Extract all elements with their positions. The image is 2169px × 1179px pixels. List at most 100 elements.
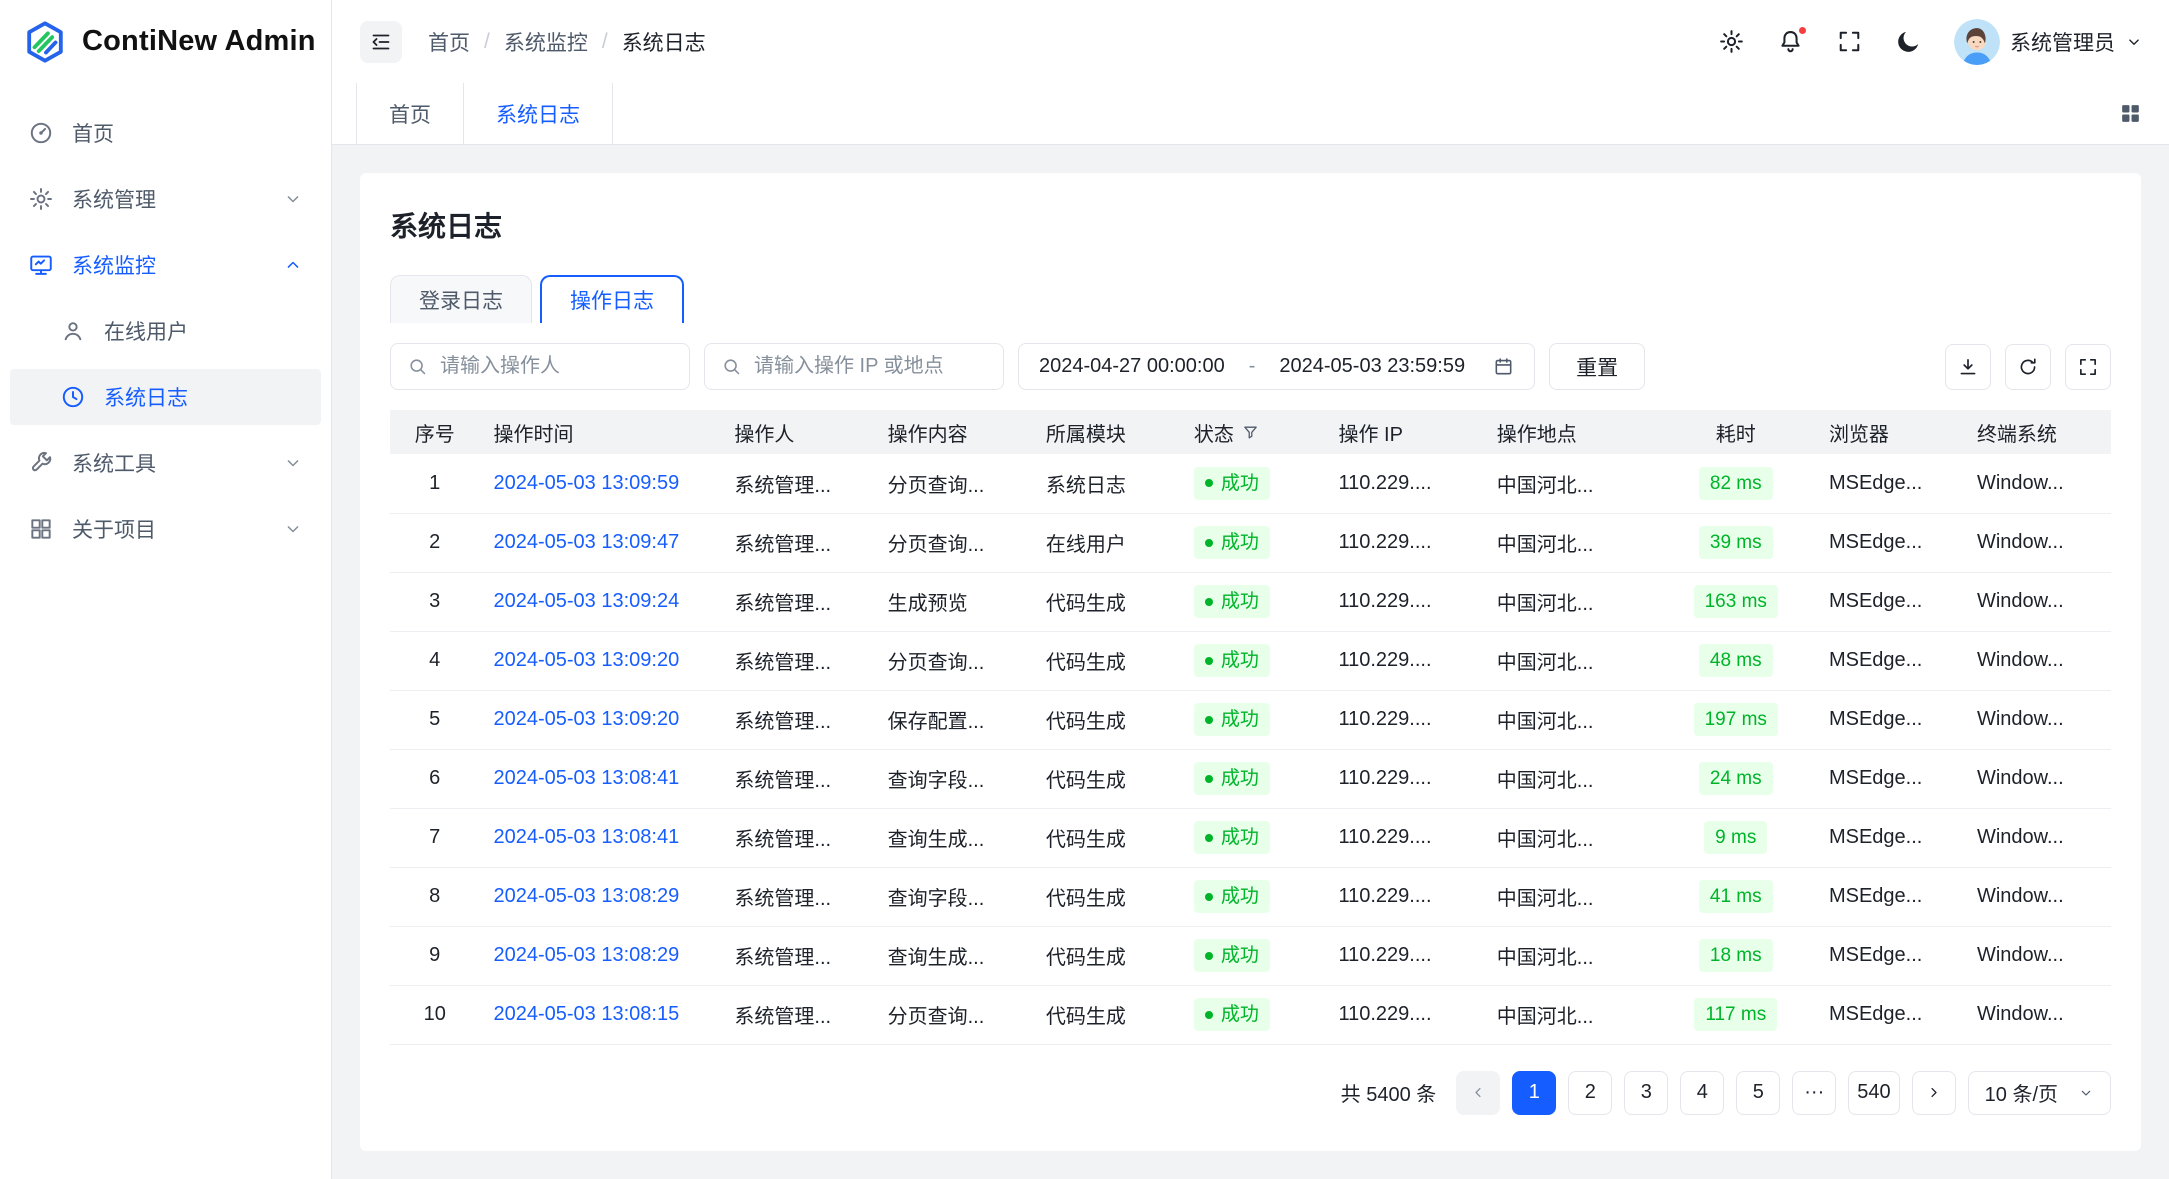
- operator-search-input[interactable]: [438, 354, 673, 379]
- status-dot: [1205, 952, 1213, 960]
- date-range-picker[interactable]: 2024-04-27 00:00:00 - 2024-05-03 23:59:5…: [1018, 343, 1535, 390]
- breadcrumb-item[interactable]: 首页: [428, 27, 470, 57]
- cell-location: 中国河北...: [1483, 926, 1657, 985]
- dark-mode-toggle[interactable]: [1895, 28, 1922, 55]
- cell-time: 2024-05-03 13:09:47: [479, 513, 720, 572]
- next-page-button[interactable]: [1912, 1071, 1956, 1115]
- cell-operator: 系统管理...: [720, 985, 873, 1044]
- reset-button[interactable]: 重置: [1549, 343, 1645, 390]
- chevron-down-icon: [283, 519, 303, 539]
- cell-location: 中国河北...: [1483, 513, 1657, 572]
- duration-badge: 24 ms: [1699, 762, 1773, 795]
- duration-badge: 197 ms: [1694, 703, 1778, 736]
- page-size-select[interactable]: 10 条/页: [1968, 1071, 2111, 1115]
- log-time-link[interactable]: 2024-05-03 13:08:41: [493, 826, 679, 848]
- nav-tab-system-logs[interactable]: 系统日志: [463, 83, 613, 144]
- cell-browser: MSEdge...: [1815, 631, 1963, 690]
- app-title: ContiNew Admin: [82, 25, 316, 58]
- log-time-link[interactable]: 2024-05-03 13:09:24: [493, 590, 679, 612]
- table-fullscreen-button[interactable]: [2065, 344, 2111, 390]
- cell-ip: 110.229....: [1324, 749, 1482, 808]
- cell-duration: 24 ms: [1657, 749, 1815, 808]
- cell-os: Window...: [1963, 985, 2111, 1044]
- sidebar-item-home[interactable]: 首页: [10, 105, 321, 161]
- fullscreen-icon: [2077, 356, 2099, 378]
- prev-page-button[interactable]: [1456, 1071, 1500, 1115]
- page-button-3[interactable]: 3: [1624, 1071, 1668, 1115]
- menu-fold-icon: [369, 30, 393, 54]
- log-time-link[interactable]: 2024-05-03 13:08:15: [493, 1003, 679, 1025]
- sidebar-collapse-button[interactable]: [360, 21, 402, 63]
- sidebar-item-system-management[interactable]: 系统管理: [10, 171, 321, 227]
- cell-module: 代码生成: [1032, 572, 1180, 631]
- app-logo[interactable]: ContiNew Admin: [0, 0, 331, 83]
- duration-badge: 9 ms: [1704, 821, 1767, 854]
- app-window: ContiNew Admin 首页系统管理系统监控在线用户系统日志系统工具关于项…: [0, 0, 2169, 1179]
- log-time-link[interactable]: 2024-05-03 13:09:47: [493, 531, 679, 553]
- page-button-1[interactable]: 1: [1512, 1071, 1556, 1115]
- log-time-link[interactable]: 2024-05-03 13:09:20: [493, 708, 679, 730]
- sidebar-item-label: 系统管理: [72, 184, 265, 214]
- table-row: 32024-05-03 13:09:24系统管理...生成预览代码生成成功110…: [390, 572, 2111, 631]
- cell-os: Window...: [1963, 867, 2111, 926]
- user-menu[interactable]: 系统管理员: [1954, 19, 2143, 65]
- table-row: 42024-05-03 13:09:20系统管理...分页查询...代码生成成功…: [390, 631, 2111, 690]
- refresh-icon: [2017, 356, 2039, 378]
- filter-icon[interactable]: [1242, 424, 1259, 441]
- log-tab-login-logs[interactable]: 登录日志: [390, 275, 532, 323]
- log-time-link[interactable]: 2024-05-03 13:09:20: [493, 649, 679, 671]
- sidebar-item-system-logs[interactable]: 系统日志: [10, 369, 321, 425]
- column-label: 操作人: [734, 418, 794, 447]
- notifications-button[interactable]: [1777, 28, 1804, 55]
- cell-browser: MSEdge...: [1815, 690, 1963, 749]
- refresh-button[interactable]: [2005, 344, 2051, 390]
- sidebar-item-system-monitor[interactable]: 系统监控: [10, 237, 321, 293]
- date-separator: -: [1249, 355, 1256, 378]
- sidebar-item-online-users[interactable]: 在线用户: [10, 303, 321, 359]
- download-icon: [1957, 356, 1979, 378]
- logo-icon: [22, 19, 68, 65]
- grid-icon: [2118, 101, 2143, 126]
- page-button-2[interactable]: 2: [1568, 1071, 1612, 1115]
- sidebar-item-label: 系统监控: [72, 250, 265, 280]
- page-button-5[interactable]: 5: [1736, 1071, 1780, 1115]
- page-button-4[interactable]: 4: [1680, 1071, 1724, 1115]
- chevron-down-icon: [2125, 33, 2143, 51]
- cell-content: 查询字段...: [874, 749, 1032, 808]
- column-header-no: 序号: [390, 410, 479, 454]
- nav-tab-home[interactable]: 首页: [356, 83, 464, 144]
- fullscreen-button[interactable]: [1836, 28, 1863, 55]
- settings-button[interactable]: [1718, 28, 1745, 55]
- cell-no: 1: [390, 454, 479, 513]
- filter-toolbar: 2024-04-27 00:00:00 - 2024-05-03 23:59:5…: [390, 343, 2111, 390]
- log-time-link[interactable]: 2024-05-03 13:08:29: [493, 944, 679, 966]
- tab-actions-grid-button[interactable]: [2118, 101, 2143, 126]
- page-button-540[interactable]: 540: [1848, 1071, 1899, 1115]
- cell-location: 中国河北...: [1483, 572, 1657, 631]
- cell-operator: 系统管理...: [720, 808, 873, 867]
- export-button[interactable]: [1945, 344, 1991, 390]
- sidebar-item-about-project[interactable]: 关于项目: [10, 501, 321, 557]
- sidebar-item-label: 关于项目: [72, 514, 265, 544]
- breadcrumb-item[interactable]: 系统日志: [622, 27, 706, 57]
- cell-status: 成功: [1180, 572, 1325, 631]
- column-label: 耗时: [1716, 418, 1756, 447]
- log-time-link[interactable]: 2024-05-03 13:09:59: [493, 472, 679, 494]
- date-end-value: 2024-05-03 23:59:59: [1279, 355, 1465, 378]
- table-row: 82024-05-03 13:08:29系统管理...查询字段...代码生成成功…: [390, 867, 2111, 926]
- sidebar-item-system-tools[interactable]: 系统工具: [10, 435, 321, 491]
- breadcrumb-item[interactable]: 系统监控: [504, 27, 588, 57]
- status-badge: 成功: [1194, 526, 1270, 559]
- cell-no: 5: [390, 690, 479, 749]
- sidebar-menu: 首页系统管理系统监控在线用户系统日志系统工具关于项目: [0, 83, 331, 557]
- page-ellipsis[interactable]: ···: [1792, 1071, 1836, 1115]
- ip-search-input[interactable]: [752, 354, 987, 379]
- cell-status: 成功: [1180, 808, 1325, 867]
- table-row: 62024-05-03 13:08:41系统管理...查询字段...代码生成成功…: [390, 749, 2111, 808]
- log-tab-operation-logs[interactable]: 操作日志: [540, 275, 684, 323]
- log-time-link[interactable]: 2024-05-03 13:08:41: [493, 767, 679, 789]
- cell-no: 8: [390, 867, 479, 926]
- log-time-link[interactable]: 2024-05-03 13:08:29: [493, 885, 679, 907]
- status-dot: [1205, 893, 1213, 901]
- column-label: 终端系统: [1977, 418, 2057, 447]
